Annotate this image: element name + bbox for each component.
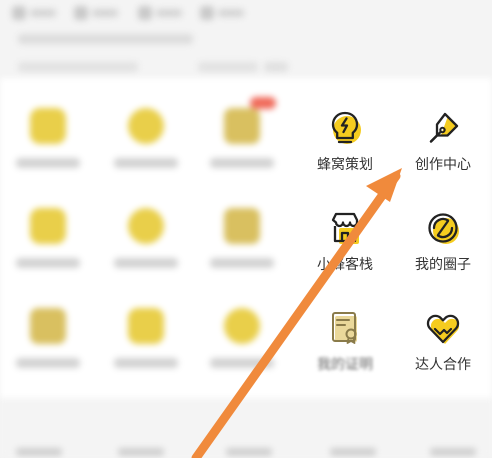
blurred-service[interactable]	[106, 108, 186, 188]
service-creation-center[interactable]: 创作中心	[395, 108, 491, 188]
blurred-service[interactable]	[202, 208, 282, 288]
service-small-inn[interactable]: 小蜂客栈	[297, 208, 393, 288]
service-label: 达人合作	[415, 357, 471, 373]
service-label: 创作中心	[415, 157, 471, 173]
service-fengwo-planning[interactable]: 蜂窝策划	[297, 108, 393, 188]
blurred-stat-2	[74, 6, 118, 20]
service-expert-cooperation[interactable]: 达人合作	[395, 308, 491, 388]
blurred-bottom-text	[430, 448, 476, 456]
blurred-bottom-text	[16, 448, 62, 456]
service-label: 我的证明	[317, 357, 373, 373]
blurred-stat-1	[12, 6, 56, 20]
blurred-service[interactable]	[202, 308, 282, 388]
service-label: 蜂窝策划	[317, 157, 373, 173]
lightning-bulb-icon	[331, 111, 361, 144]
blurred-stat-4	[200, 6, 244, 20]
service-certificate[interactable]: 我的证明	[297, 308, 393, 388]
shop-awning-icon	[331, 212, 359, 244]
blurred-text-c	[264, 62, 288, 72]
blurred-service[interactable]	[8, 108, 88, 188]
service-label: 我的圈子	[415, 257, 471, 273]
top-stats-bar	[0, 0, 492, 78]
circle-slash-icon	[428, 213, 459, 244]
service-label: 小蜂客栈	[317, 257, 373, 273]
blurred-service[interactable]	[8, 308, 88, 388]
blurred-text-b	[198, 62, 258, 72]
certificate-icon	[332, 312, 357, 344]
pen-nib-icon	[429, 112, 459, 143]
blurred-service[interactable]	[202, 108, 282, 188]
blurred-subtitle	[18, 34, 193, 44]
blurred-service[interactable]	[106, 208, 186, 288]
blurred-text-a	[18, 62, 138, 72]
blurred-service[interactable]	[106, 308, 186, 388]
blurred-bottom-text	[118, 448, 164, 456]
blurred-bottom-text	[330, 448, 376, 456]
blurred-bottom-text	[226, 448, 272, 456]
handshake-heart-icon	[426, 314, 460, 344]
blurred-new-badge	[250, 97, 276, 109]
service-my-circle[interactable]: 我的圈子	[395, 208, 491, 288]
blurred-service[interactable]	[8, 208, 88, 288]
blurred-stat-3	[138, 6, 182, 20]
